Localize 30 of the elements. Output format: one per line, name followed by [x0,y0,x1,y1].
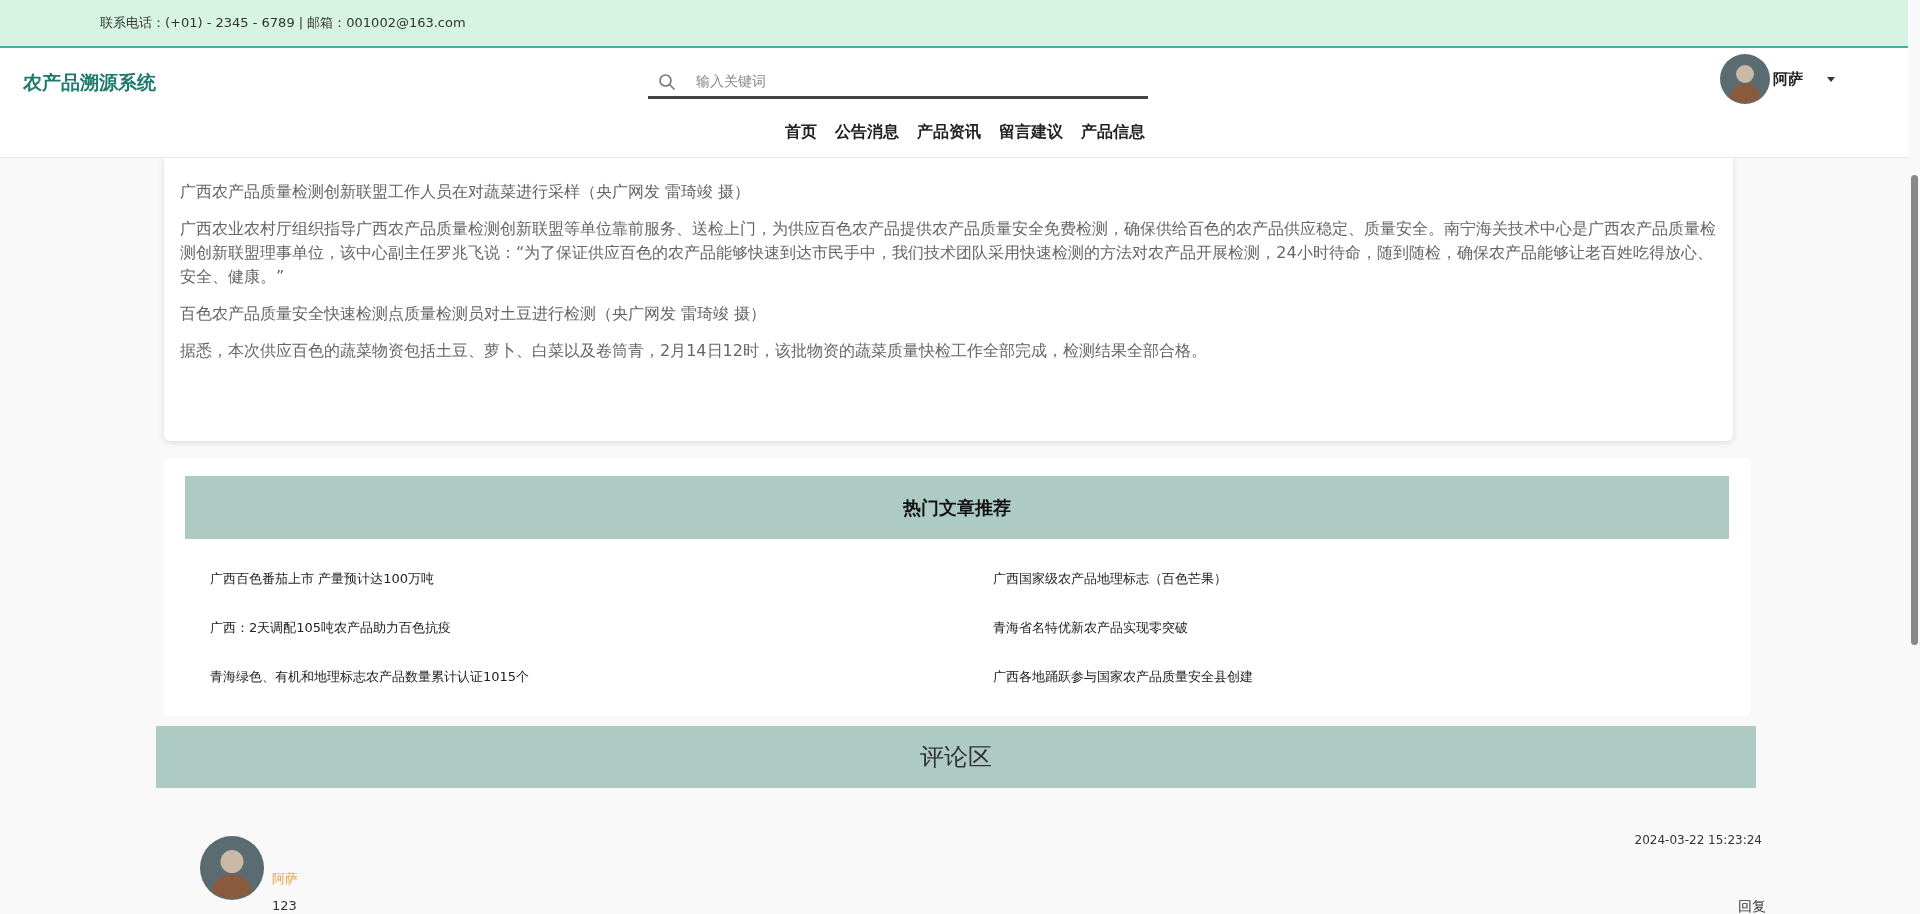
article-link[interactable]: 青海绿色、有机和地理标志农产品数量累计认证1015个 [210,666,993,687]
nav-link[interactable]: 产品信息 [1081,122,1145,143]
article-paragraph: 据悉，本次供应百色的蔬菜物资包括土豆、萝卜、白菜以及卷筒青，2月14日12时，该批物资的蔬菜质量快检工作全部完成，检测结果全部合格。 [180,340,1208,362]
article-paragraph: 百色农产品质量安全快速检测点质量检测员对土豆进行检测（央广网发 雷琦竣 摄） [180,303,768,325]
nav-link[interactable]: 首页 [785,122,817,143]
site-logo[interactable]: 农产品溯源系统 [23,70,156,96]
section-header: 热门文章推荐 [185,476,1729,539]
article-link[interactable]: 广西各地踊跃参与国家农产品质量安全县创建 [993,666,1729,687]
caret-icon[interactable] [1827,76,1835,82]
avatar-icon [1720,54,1770,104]
nav-link[interactable]: 产品资讯 [917,122,981,143]
contact-info: 联系电话：(+01) - 2345 - 6789 | 邮箱：001002@163.com [100,14,466,32]
nav-link[interactable]: 公告消息 [835,122,899,143]
search-icon [658,73,676,91]
search-field[interactable]: 输入关键词 [648,65,1148,99]
comment-author: 阿萨 [272,870,298,888]
article-link[interactable]: 青海省名特优新农产品实现零突破 [993,617,1729,638]
article-link[interactable]: 广西：2天调配105吨农产品助力百色抗疫 [210,617,993,638]
article-link[interactable]: 广西国家级农产品地理标志（百色芒果） [993,568,1729,589]
comment-text: 123 [272,898,297,913]
nav-link[interactable]: 留言建议 [999,122,1063,143]
article-paragraph: 广西农业农村厅组织指导广西农产品质量检测创新联盟等单位靠前服务、送检上门，为供应百色农产品提供农产品质量安全免费检测，确保供给百色的农产品供应稳定、质量安全。南宁海关技术中心是广西农产品质量检测创新联盟理事单位，该中心副主任罗兆飞说：“为了保证供应百色的农产品能够快速到达市民手中，我们技术团队采用快速检测的方法对农产品开展检测，24小时待命，随到随检，确保农产品能够让老百姓吃得放心、安全、健康。” [180,218,1717,288]
user-name[interactable]: 阿萨 [1773,69,1803,89]
section-header: 评论区 [156,726,1756,788]
article-paragraph: 广西农产品质量检测创新联盟工作人员在对蔬菜进行采样（央广网发 雷琦竣 摄） [180,181,752,203]
article-link[interactable]: 广西百色番茄上市 产量预计达100万吨 [210,568,993,589]
avatar-icon [200,836,264,900]
scrollbar-thumb[interactable] [1911,175,1918,645]
reply-link[interactable]: 回复 [1738,898,1766,914]
comment-time: 2024-03-22 15:23:24 [1634,833,1762,847]
